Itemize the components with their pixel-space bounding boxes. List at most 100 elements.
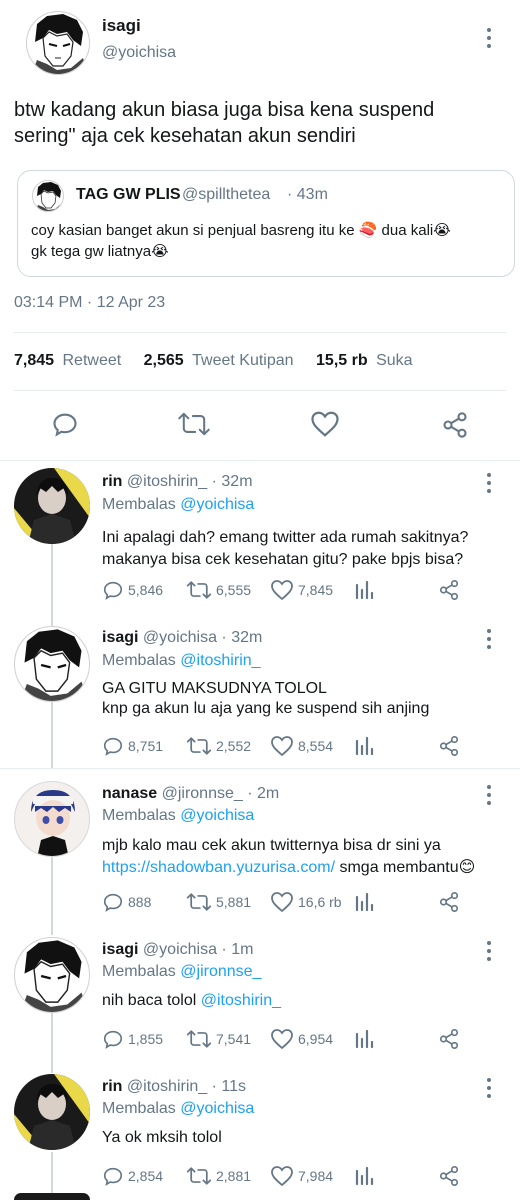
avatar[interactable]: [26, 11, 90, 75]
quoted-text: coy kasian banget akun si penjual basren…: [31, 220, 451, 262]
like-icon[interactable]: [310, 410, 340, 438]
replying-to: Membalas @itoshirin_: [102, 652, 261, 670]
divider: [14, 390, 506, 391]
reply-action[interactable]: 5,846: [102, 579, 163, 601]
reply-count: 2,854: [128, 1168, 164, 1184]
tweet-timestamp[interactable]: 03:14 PM · 12 Apr 23: [14, 294, 165, 312]
share-icon[interactable]: [438, 890, 460, 914]
retweet-icon: [186, 1030, 212, 1048]
quoted-author-name: TAG GW PLIS: [76, 186, 181, 203]
more-options-icon[interactable]: [486, 629, 492, 651]
retweet-action[interactable]: 7,541: [186, 1028, 251, 1050]
retweet-action[interactable]: 6,555: [186, 579, 251, 601]
reply-action[interactable]: 2,854: [102, 1165, 163, 1187]
avatar[interactable]: [14, 1074, 90, 1150]
reply-icon: [103, 581, 123, 600]
quote-count[interactable]: 2,565: [144, 352, 184, 369]
mention-link[interactable]: @itoshirin_: [201, 992, 281, 1009]
thread-line: [51, 857, 53, 935]
avatar[interactable]: [14, 626, 90, 702]
anime-portrait-icon: [31, 790, 75, 856]
replying-label: Membalas: [102, 496, 176, 513]
reply-text-line: knp ga akun lu aja yang ke suspend sih a…: [102, 700, 430, 717]
avatar[interactable]: [14, 937, 90, 1013]
replying-mention[interactable]: @yoichisa: [180, 496, 254, 513]
reply-text-tail: smga membantu😊: [335, 859, 476, 876]
more-options-icon[interactable]: [486, 941, 492, 963]
like-action[interactable]: 8,554: [270, 735, 333, 757]
analytics-icon[interactable]: [354, 1028, 376, 1050]
retweet-icon[interactable]: [177, 410, 211, 438]
author-handle[interactable]: @yoichisa · 32m: [143, 629, 262, 646]
author-name[interactable]: nanase: [102, 785, 157, 802]
reply-icon: [103, 1030, 123, 1049]
retweet-count: 2,881: [216, 1168, 252, 1184]
like-action[interactable]: 6,954: [270, 1028, 333, 1050]
retweet-count: 5,881: [216, 894, 252, 910]
more-options-icon[interactable]: [486, 473, 492, 495]
like-icon: [271, 1029, 293, 1050]
quoted-tweet[interactable]: TAG GW PLIS @spillthetea · 43m coy kasia…: [17, 170, 515, 277]
author-handle[interactable]: @itoshirin_ · 11s: [127, 1078, 246, 1095]
reply-text: mjb kalo mau cek akun twitternya bisa dr…: [102, 836, 475, 878]
reply-text: GA GITU MAKSUDNYA TOLOL knp ga akun lu a…: [102, 679, 429, 719]
replying-mention[interactable]: @jironnse_: [180, 963, 261, 980]
analytics-icon[interactable]: [354, 1165, 376, 1187]
quote-label[interactable]: Tweet Kutipan: [192, 352, 293, 369]
replying-mention[interactable]: @yoichisa: [180, 1100, 254, 1117]
author-handle[interactable]: @yoichisa: [102, 44, 176, 62]
like-count: 7,984: [298, 1168, 334, 1184]
author-name[interactable]: rin: [102, 473, 122, 490]
avatar[interactable]: [14, 781, 90, 857]
retweet-icon: [186, 1167, 212, 1185]
retweet-label[interactable]: Retweet: [63, 352, 122, 369]
retweet-action[interactable]: 2,881: [186, 1165, 251, 1187]
replying-label: Membalas: [102, 1100, 176, 1117]
quoted-author-handle: @spillthetea: [182, 186, 271, 203]
like-action[interactable]: 7,845: [270, 579, 333, 601]
like-action[interactable]: 16,6 rb: [270, 891, 342, 913]
author-name[interactable]: isagi: [102, 629, 138, 646]
author-name[interactable]: isagi: [102, 16, 141, 36]
like-label[interactable]: Suka: [376, 352, 412, 369]
reply-count: 8,751: [128, 738, 164, 754]
share-icon[interactable]: [438, 578, 460, 602]
analytics-icon[interactable]: [354, 735, 376, 757]
reply-action[interactable]: 1,855: [102, 1028, 163, 1050]
replying-mention[interactable]: @itoshirin_: [180, 652, 260, 669]
reply-icon[interactable]: [51, 410, 79, 438]
reply-count: 5,846: [128, 582, 164, 598]
like-count[interactable]: 15,5 rb: [316, 352, 368, 369]
reply-icon: [103, 893, 123, 912]
like-icon: [271, 736, 293, 757]
avatar[interactable]: [14, 468, 90, 544]
replying-mention[interactable]: @yoichisa: [180, 807, 254, 824]
more-options-icon[interactable]: [486, 28, 492, 50]
share-icon[interactable]: [438, 1164, 460, 1188]
share-icon[interactable]: [441, 410, 469, 440]
reply-text-line: mjb kalo mau cek akun twitternya bisa dr…: [102, 837, 441, 854]
retweet-count[interactable]: 7,845: [14, 352, 54, 369]
more-options-icon[interactable]: [486, 785, 492, 807]
retweet-action[interactable]: 5,881: [186, 891, 251, 913]
divider: [0, 768, 520, 769]
tweet-text-line: sering" aja cek kesehatan akun sendiri: [14, 125, 356, 147]
like-action[interactable]: 7,984: [270, 1165, 333, 1187]
retweet-action[interactable]: 2,552: [186, 735, 251, 757]
author-name[interactable]: isagi: [102, 941, 138, 958]
reply-action[interactable]: 8,751: [102, 735, 163, 757]
analytics-icon[interactable]: [354, 579, 376, 601]
reply-header: rin @itoshirin_ · 11s: [102, 1078, 246, 1096]
more-options-icon[interactable]: [486, 1078, 492, 1100]
author-name[interactable]: rin: [102, 1078, 122, 1095]
author-handle[interactable]: @jironnse_ · 2m: [162, 785, 280, 802]
author-handle[interactable]: @yoichisa · 1m: [143, 941, 254, 958]
reply-action[interactable]: 888: [102, 891, 151, 913]
shadowban-link[interactable]: https://shadowban.yuzurisa.com/: [102, 859, 335, 876]
author-handle[interactable]: @itoshirin_ · 32m: [127, 473, 253, 490]
divider: [14, 332, 506, 333]
analytics-icon[interactable]: [354, 891, 376, 913]
quoted-text-line: gk tega gw liatnya😭: [31, 243, 169, 260]
share-icon[interactable]: [438, 734, 460, 758]
share-icon[interactable]: [438, 1027, 460, 1051]
